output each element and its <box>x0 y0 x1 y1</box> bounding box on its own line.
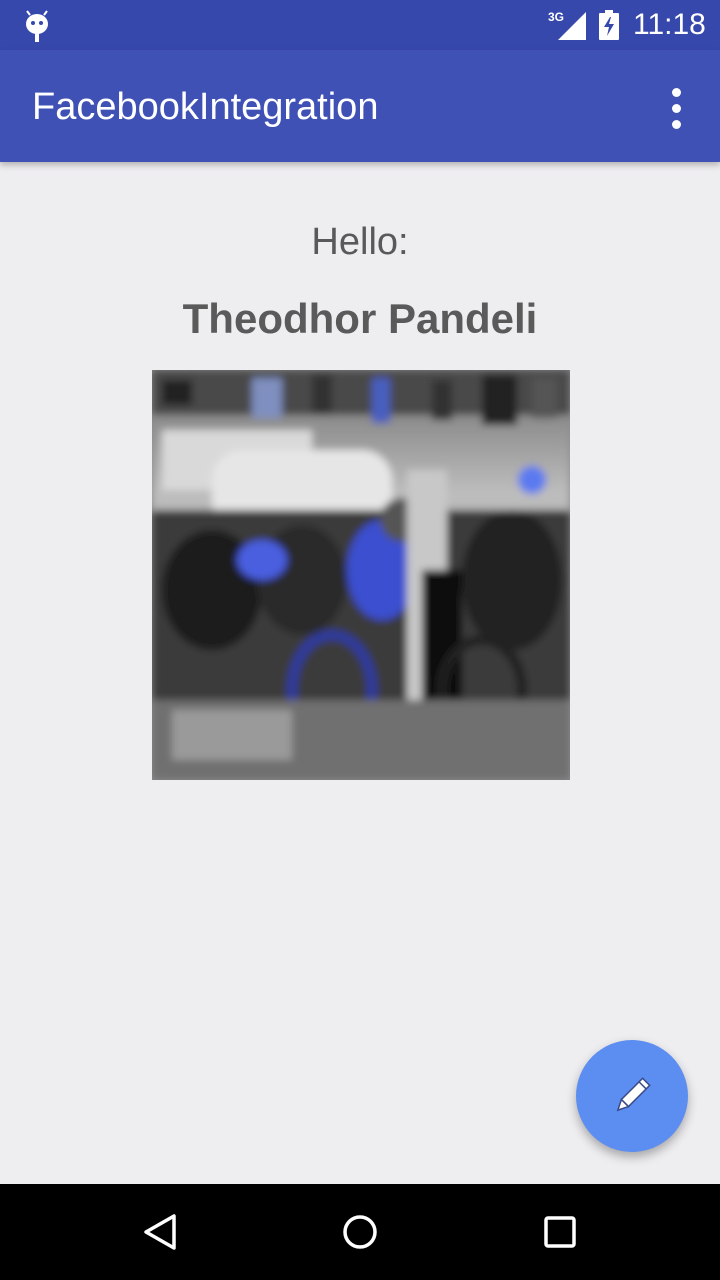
status-time: 11:18 <box>633 8 706 41</box>
app-title: FacebookIntegration <box>32 86 379 128</box>
back-button[interactable] <box>130 1202 190 1262</box>
edit-fab-button[interactable] <box>576 1040 688 1152</box>
main-content: Hello: Theodhor Pandeli <box>0 162 720 1184</box>
greeting-label: Hello: <box>311 221 409 263</box>
navigation-bar <box>0 1184 720 1280</box>
pencil-icon <box>616 1077 651 1112</box>
android-debug-icon <box>26 10 48 42</box>
signal-3g-icon: 3G <box>548 10 586 40</box>
more-vert-icon[interactable] <box>656 80 696 136</box>
recents-icon <box>544 1216 576 1248</box>
overflow-dot <box>671 103 681 113</box>
app-bar: FacebookIntegration <box>0 50 720 162</box>
profile-picture <box>152 370 570 780</box>
overflow-dot <box>671 119 681 129</box>
status-bar: 3G 11:18 <box>0 0 720 50</box>
home-button[interactable] <box>330 1202 390 1262</box>
svg-text:3G: 3G <box>548 10 564 24</box>
user-name: Theodhor Pandeli <box>182 295 538 342</box>
home-icon <box>343 1215 377 1249</box>
screen: 3G 11:18 FacebookIntegration Hello: Theo… <box>0 0 720 1280</box>
battery-charging-icon <box>599 10 619 40</box>
overflow-dot <box>671 87 681 97</box>
recents-button[interactable] <box>530 1202 590 1262</box>
back-icon <box>144 1214 176 1250</box>
